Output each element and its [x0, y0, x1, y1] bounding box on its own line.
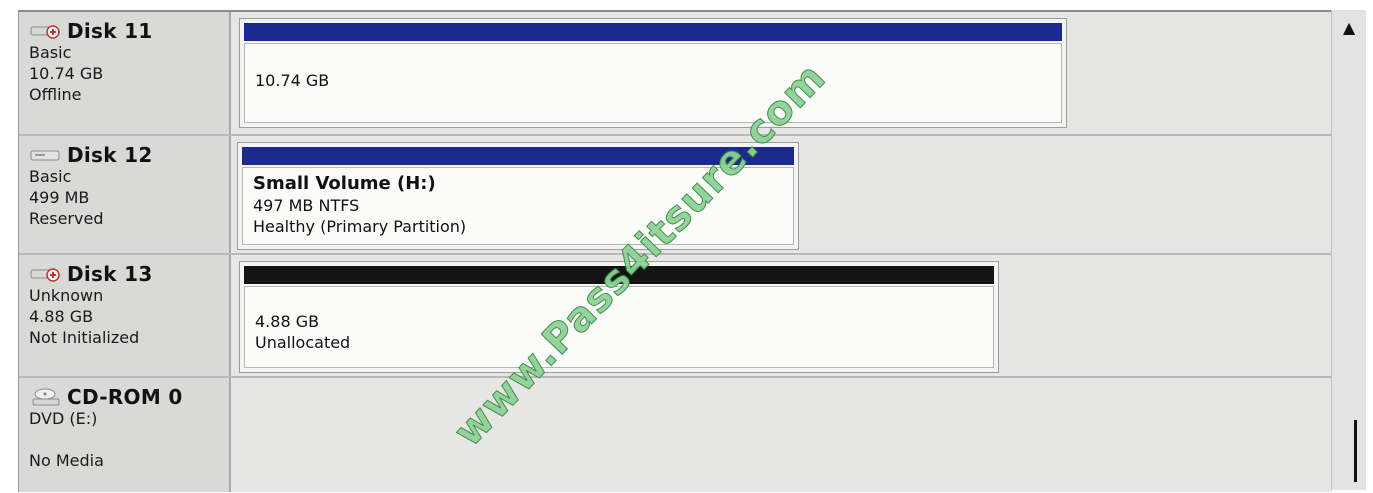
disk-label-cell[interactable]: Disk 11 Basic 10.74 GB Offline — [19, 12, 231, 134]
drive-letter: DVD (E:) — [29, 409, 98, 428]
disk-size: 4.88 GB — [29, 307, 94, 326]
volume-status: Unallocated — [255, 333, 351, 352]
disk-label-cell[interactable]: Disk 12 Basic 499 MB Reserved — [19, 136, 231, 253]
disk-label-cell[interactable]: CD-ROM 0 DVD (E:) No Media — [19, 378, 231, 492]
disk-label-cell[interactable]: Disk 13 Unknown 4.88 GB Not Initialized — [19, 255, 231, 376]
cdrom-row[interactable]: CD-ROM 0 DVD (E:) No Media — [19, 378, 1332, 492]
media-status: No Media — [29, 451, 104, 470]
volume-size: 10.74 GB — [255, 71, 330, 90]
disk-title: CD-ROM 0 — [67, 385, 183, 409]
disk-type: Unknown — [29, 286, 104, 305]
disk-title: Disk 13 — [67, 262, 153, 286]
disk-status: Offline — [29, 85, 82, 104]
disk-title: Disk 11 — [67, 19, 153, 43]
volume-area: 4.88 GB Unallocated — [233, 255, 1332, 376]
disk-row-13[interactable]: Disk 13 Unknown 4.88 GB Not Initialized … — [19, 255, 1332, 378]
disk-title: Disk 12 — [67, 143, 153, 167]
volume-area: Small Volume (H:) 497 MB NTFS Healthy (P… — [233, 136, 1332, 253]
volume-box[interactable]: 10.74 GB — [244, 43, 1062, 123]
volume-color-bar — [244, 23, 1062, 41]
volume-health: Healthy (Primary Partition) — [253, 217, 467, 236]
volume-size: 4.88 GB — [255, 312, 320, 331]
disk-size: 10.74 GB — [29, 64, 104, 83]
vertical-scrollbar[interactable]: ▲ — [1331, 10, 1366, 490]
scroll-thumb[interactable] — [1354, 420, 1357, 482]
disk-offline-icon — [30, 268, 60, 282]
cdrom-icon — [32, 388, 60, 406]
volume-block[interactable]: 10.74 GB — [239, 18, 1067, 128]
disk-type: Basic — [29, 43, 72, 62]
disk-management-window: Disk 11 Basic 10.74 GB Offline 10.74 GB — [0, 0, 1373, 493]
volume-area — [233, 378, 1332, 492]
disk-icon — [30, 150, 60, 161]
disk-row-11[interactable]: Disk 11 Basic 10.74 GB Offline 10.74 GB — [19, 12, 1332, 136]
disk-status: Not Initialized — [29, 328, 140, 347]
disk-offline-icon — [30, 25, 60, 39]
disk-status: Reserved — [29, 209, 104, 228]
scroll-up-arrow-icon[interactable]: ▲ — [1336, 14, 1362, 40]
disk-type: Basic — [29, 167, 72, 186]
disk-size: 499 MB — [29, 188, 90, 207]
